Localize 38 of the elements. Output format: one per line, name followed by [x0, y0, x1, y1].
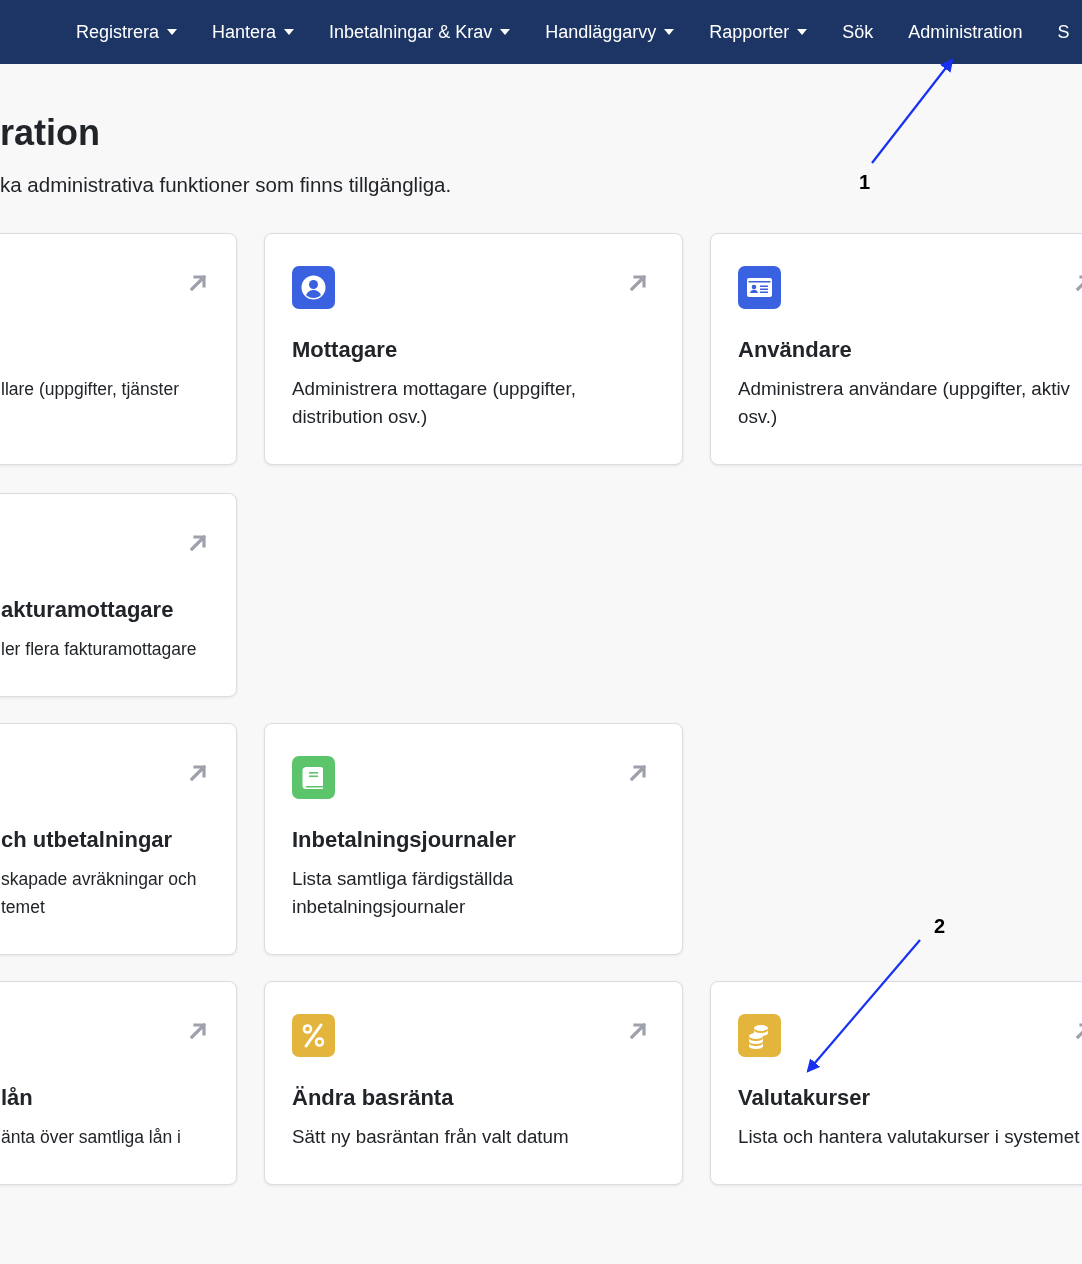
- card-title: Användare: [738, 336, 853, 364]
- nav-menu-item[interactable]: Registrera: [76, 21, 178, 43]
- annotation-label: 1: [859, 171, 871, 193]
- card-title: ch utbetalningar: [1, 826, 174, 854]
- card-description: Lista samtliga färdigställda inbetalningsjournaler: [292, 867, 515, 919]
- admin-card[interactable]: Valutakurser Lista och hantera valutakurser i systemet: [710, 981, 1082, 1185]
- admin-card[interactable]: Ändra basränta Sätt ny basräntan från valt datum: [264, 981, 683, 1185]
- admin-card[interactable]: ch utbetalningar skapade avräkningar och temet: [0, 723, 237, 955]
- card-title: Mottagare: [292, 336, 399, 364]
- card-description: Administrera användare (uppgifter, aktiv osv.): [738, 377, 1071, 429]
- page-title: ration: [0, 111, 101, 155]
- card-description: Administrera mottagare (uppgifter, distribution osv.): [292, 377, 577, 429]
- nav-menu-item[interactable]: Inbetalningar & Krav: [329, 21, 511, 43]
- card-description: änta över samtliga lån i: [1, 1126, 182, 1149]
- page-subtitle: ka administrativa funktioner som finns tillgängliga.: [0, 173, 452, 197]
- card-title: Ändra basränta: [292, 1084, 455, 1112]
- card-description: Sätt ny basräntan från valt datum: [292, 1125, 570, 1149]
- nav-menu-item[interactable]: Administration: [908, 21, 1023, 43]
- card-description: skapade avräkningar och temet: [1, 868, 198, 919]
- card-title: Inbetalningsjournaler: [292, 826, 517, 854]
- admin-card[interactable]: lån änta över samtliga lån i: [0, 981, 237, 1185]
- card-title: akturamottagare: [1, 596, 175, 624]
- card-title: Valutakurser: [738, 1084, 872, 1112]
- admin-card[interactable]: Användare Administrera användare (uppgifter, aktiv osv.): [710, 233, 1082, 465]
- card-description: llare (uppgifter, tjänster: [1, 378, 180, 401]
- nav-menu-item[interactable]: Hantera: [212, 21, 295, 43]
- card-description: Lista och hantera valutakurser i systemet: [738, 1125, 1081, 1149]
- nav-menu-item[interactable]: Rapporter: [709, 21, 808, 43]
- admin-card[interactable]: Inbetalningsjournaler Lista samtliga färdigställda inbetalningsjournaler: [264, 723, 683, 955]
- nav-menu-item[interactable]: Handläggarvy: [545, 21, 675, 43]
- admin-card[interactable]: llare (uppgifter, tjänster: [0, 233, 237, 465]
- card-title: lån: [1, 1084, 34, 1112]
- nav-menu-item[interactable]: Sök: [842, 21, 874, 43]
- nav-menu-item[interactable]: S: [1057, 21, 1070, 43]
- annotation-label: 2: [934, 915, 946, 937]
- admin-card[interactable]: Mottagare Administrera mottagare (uppgifter, distribution osv.): [264, 233, 683, 465]
- card-description: ler flera fakturamottagare: [1, 638, 198, 661]
- admin-card[interactable]: akturamottagare ler flera fakturamottagare: [0, 493, 237, 697]
